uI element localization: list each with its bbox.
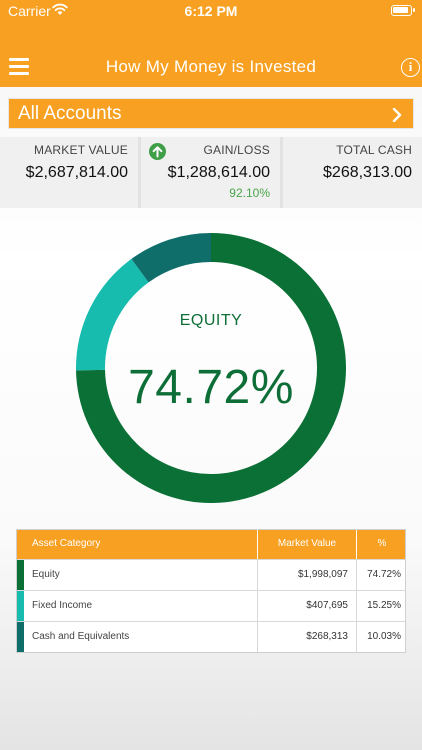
- row-percent: 74.72%: [356, 560, 407, 590]
- market-value-label: MARKET VALUE: [34, 143, 128, 157]
- header-percent: %: [356, 530, 407, 559]
- category-color-swatch: [17, 591, 24, 621]
- table-row[interactable]: Cash and Equivalents $268,313 10.03%: [17, 621, 405, 652]
- row-market-value: $268,313: [257, 622, 356, 652]
- header-market-value: Market Value: [257, 530, 356, 559]
- row-market-value: $1,998,097: [257, 560, 356, 590]
- market-value-amount: $2,687,814.00: [25, 164, 128, 181]
- donut-slice-cash-and-equivalents[interactable]: [131, 233, 211, 283]
- row-asset-category: Cash and Equivalents: [32, 631, 130, 642]
- row-asset-category: Equity: [32, 569, 60, 580]
- gain-loss-card: GAIN/LOSS $1,288,614.00 92.10%: [141, 137, 280, 208]
- info-icon[interactable]: i: [401, 58, 420, 77]
- gain-loss-percent: 92.10%: [229, 186, 270, 200]
- account-selector-label: All Accounts: [18, 103, 122, 124]
- table-row[interactable]: Equity $1,998,097 74.72%: [17, 559, 405, 590]
- gain-loss-amount: $1,288,614.00: [167, 164, 270, 181]
- category-color-swatch: [17, 622, 24, 652]
- page-title: How My Money is Invested: [105, 57, 317, 76]
- account-selector[interactable]: All Accounts: [8, 98, 414, 129]
- header-asset-category: Asset Category: [32, 538, 101, 549]
- total-cash-label: TOTAL CASH: [336, 143, 412, 157]
- asset-allocation-table: Asset Category Market Value % Equity $1,9…: [16, 529, 406, 653]
- summary-panel: MARKET VALUE $2,687,814.00 GAIN/LOSS $1,…: [0, 137, 422, 208]
- row-asset-category: Fixed Income: [32, 600, 93, 611]
- gain-loss-label: GAIN/LOSS: [203, 143, 270, 157]
- table-row[interactable]: Fixed Income $407,695 15.25%: [17, 590, 405, 621]
- row-market-value: $407,695: [257, 591, 356, 621]
- total-cash-card: TOTAL CASH $268,313.00: [283, 137, 422, 208]
- table-header-row: Asset Category Market Value %: [17, 530, 405, 559]
- menu-icon[interactable]: [9, 58, 29, 76]
- status-bar: Carrier 6:12 PM: [0, 0, 422, 24]
- row-percent: 10.03%: [356, 622, 407, 652]
- donut-center-percent: 74.72%: [128, 361, 294, 414]
- status-time: 6:12 PM: [184, 3, 238, 19]
- category-color-swatch: [17, 560, 24, 590]
- market-value-card: MARKET VALUE $2,687,814.00: [0, 137, 138, 208]
- battery-icon: [391, 5, 415, 16]
- donut-center-label: EQUITY: [179, 312, 243, 329]
- row-percent: 15.25%: [356, 591, 407, 621]
- total-cash-amount: $268,313.00: [323, 164, 412, 181]
- chevron-right-icon: [392, 108, 402, 122]
- arrow-up-icon: [149, 143, 166, 160]
